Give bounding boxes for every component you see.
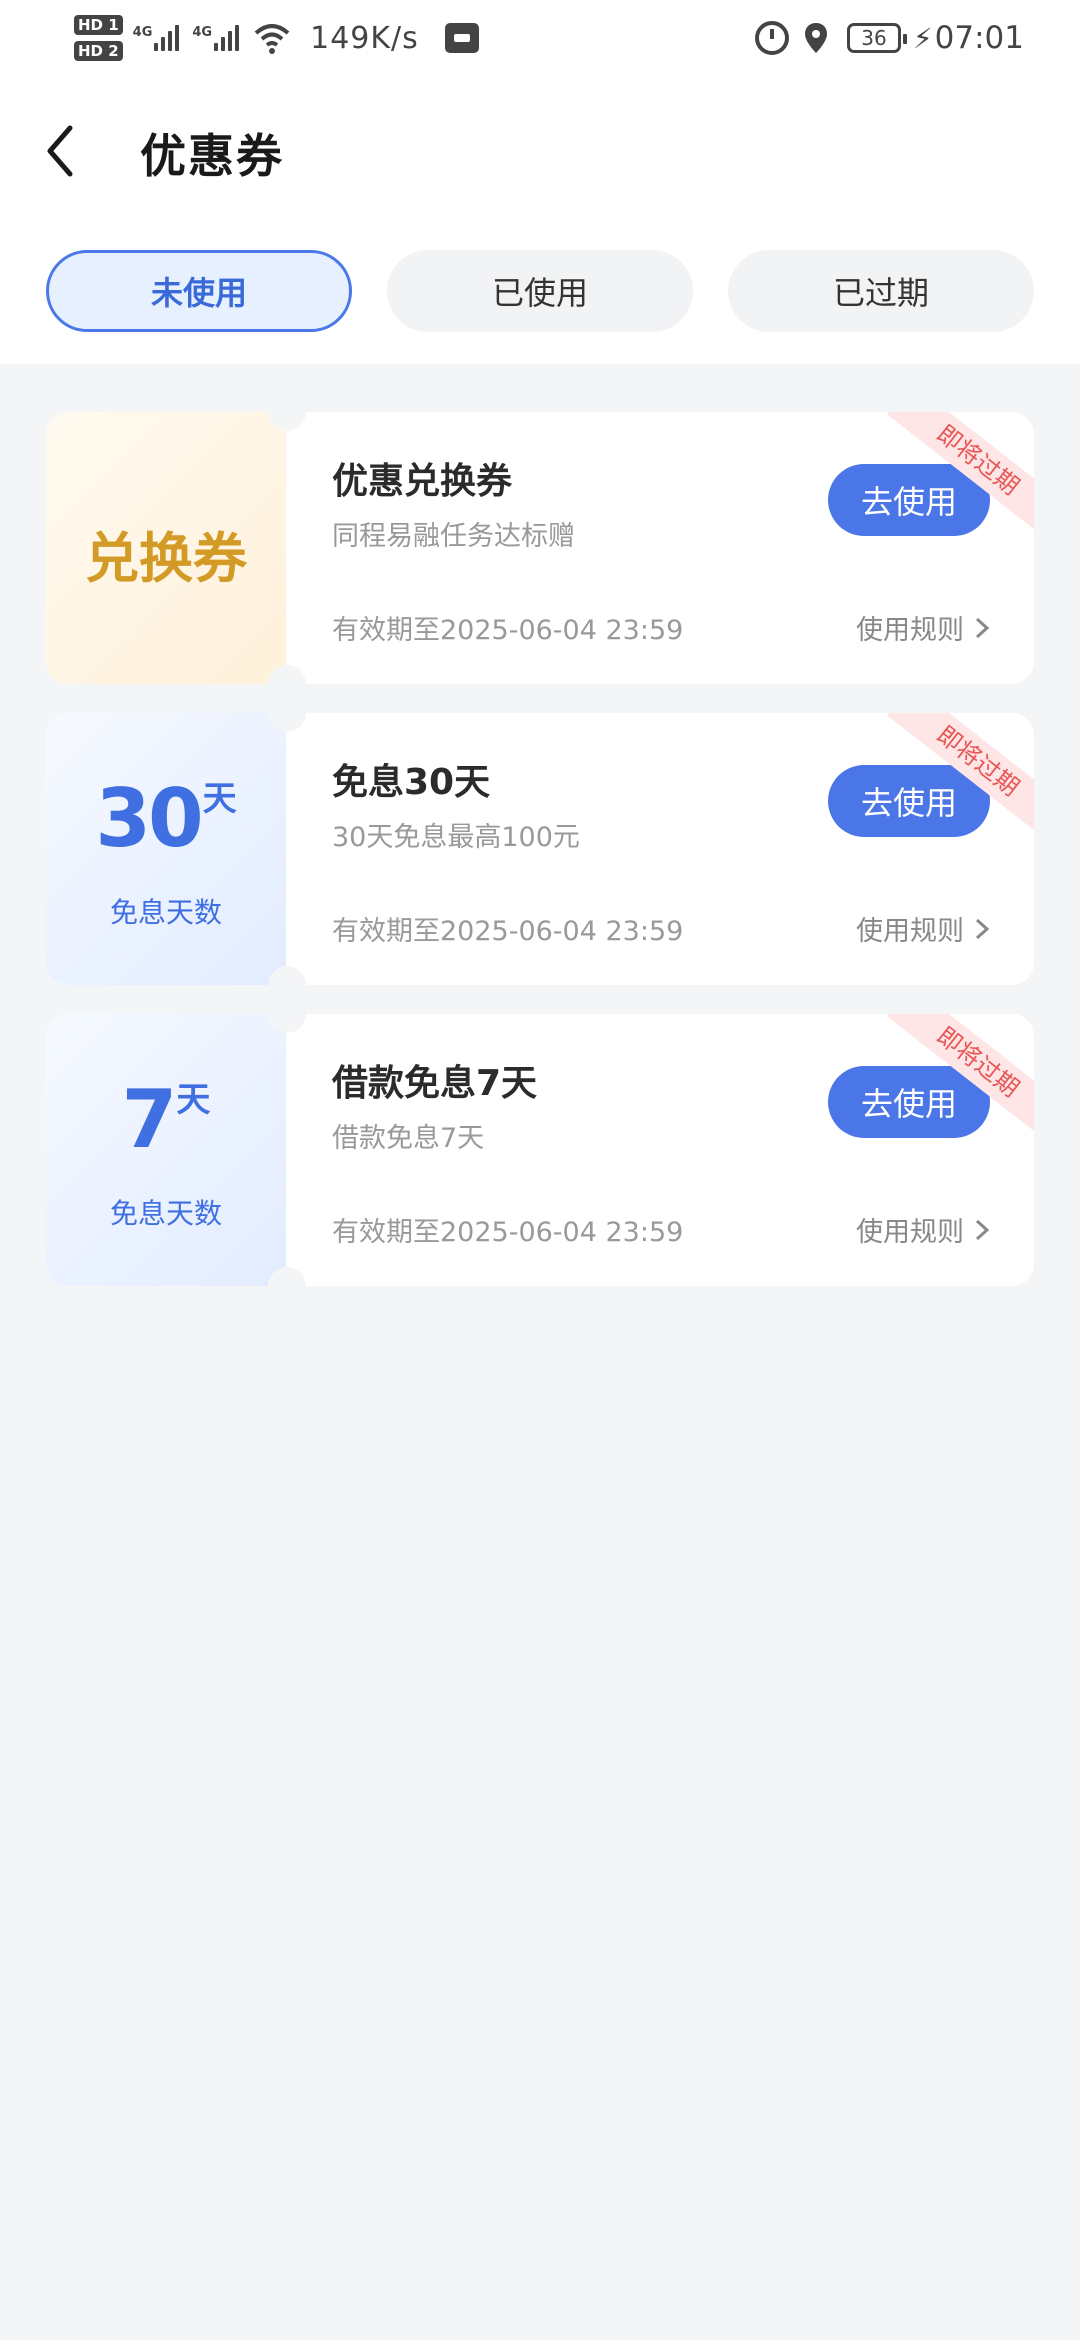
chevron-left-icon[interactable] <box>38 116 88 186</box>
coupon-title: 优惠兑换券 <box>332 461 513 502</box>
coupon-stub-text: 兑换券 <box>85 527 247 590</box>
usage-rules-label: 使用规则 <box>856 615 964 646</box>
status-bar-right: 36 ⚡ 07:01 <box>754 8 1024 68</box>
usage-rules-link[interactable]: 使用规则 <box>856 1210 990 1249</box>
chevron-right-icon <box>975 617 990 638</box>
chevron-right-icon <box>975 1219 990 1240</box>
hd1-badge: HD 1 <box>74 15 123 35</box>
tab-used[interactable]: 已使用 <box>387 250 693 332</box>
alarm-icon <box>754 21 789 55</box>
usage-rules-link[interactable]: 使用规则 <box>856 909 990 948</box>
signal-2-gen: 4G <box>192 25 213 40</box>
coupon-title: 免息30天 <box>332 762 491 803</box>
coupon-stub: 兑换券 <box>46 412 286 684</box>
status-bar-left: HD 1 HD 2 4G 4G 149K/s <box>74 8 479 68</box>
coupon-expiry: 有效期至2025-06-04 23:59 <box>332 615 684 646</box>
coupon-title: 借款免息7天 <box>332 1063 538 1104</box>
signal-1-gen: 4G <box>132 25 153 40</box>
signal-2-icon: 4G <box>192 25 242 51</box>
coupon-card: 30天 免息天数 免息30天 30天免息最高100元 有效期至2025-06-0… <box>46 713 1034 985</box>
header: 优惠券 未使用 已使用 已过期 <box>0 72 1080 364</box>
usage-rules-link[interactable]: 使用规则 <box>856 608 990 647</box>
network-speed: 149K/s <box>310 20 419 56</box>
coupon-expiry: 有效期至2025-06-04 23:59 <box>332 916 684 947</box>
days-unit: 天 <box>202 779 237 819</box>
usage-rules-label: 使用规则 <box>856 1217 964 1248</box>
location-pin-icon <box>804 23 827 53</box>
screen-cast-icon <box>444 23 479 53</box>
coupon-expiry: 有效期至2025-06-04 23:59 <box>332 1217 684 1248</box>
days-number: 7 <box>121 1073 178 1166</box>
wifi-icon <box>254 24 290 54</box>
chevron-right-icon <box>975 918 990 939</box>
days-label: 免息天数 <box>109 896 222 929</box>
days-number: 30 <box>95 772 203 865</box>
days-amount: 7天 <box>46 1072 286 1166</box>
usage-rules-label: 使用规则 <box>856 916 964 947</box>
lightning-icon: ⚡ <box>912 21 933 55</box>
hd2-badge: HD 2 <box>74 41 123 61</box>
coupon-subtitle: 30天免息最高100元 <box>332 822 580 853</box>
clock: 07:01 <box>934 20 1024 56</box>
signal-1-icon: 4G <box>133 25 183 51</box>
days-amount: 30天 <box>46 771 286 865</box>
tab-expired[interactable]: 已过期 <box>728 250 1034 332</box>
coupon-stub: 30天 免息天数 <box>46 713 286 985</box>
hd-indicators: HD 1 HD 2 <box>74 15 123 61</box>
coupon-subtitle: 借款免息7天 <box>332 1123 485 1154</box>
tab-unused[interactable]: 未使用 <box>46 250 352 332</box>
battery-icon: 36 <box>846 23 907 53</box>
days-label: 免息天数 <box>109 1197 222 1230</box>
coupon-stub: 7天 免息天数 <box>46 1014 286 1286</box>
page-title: 优惠券 <box>140 129 284 183</box>
status-bar: HD 1 HD 2 4G 4G 149K/s 36 ⚡ 07:01 <box>0 0 1080 72</box>
coupon-card: 兑换券 优惠兑换券 同程易融任务达标赠 有效期至2025-06-04 23:59… <box>46 412 1034 684</box>
days-unit: 天 <box>176 1080 211 1120</box>
coupon-card: 7天 免息天数 借款免息7天 借款免息7天 有效期至2025-06-04 23:… <box>46 1014 1034 1286</box>
coupon-subtitle: 同程易融任务达标赠 <box>332 521 575 552</box>
